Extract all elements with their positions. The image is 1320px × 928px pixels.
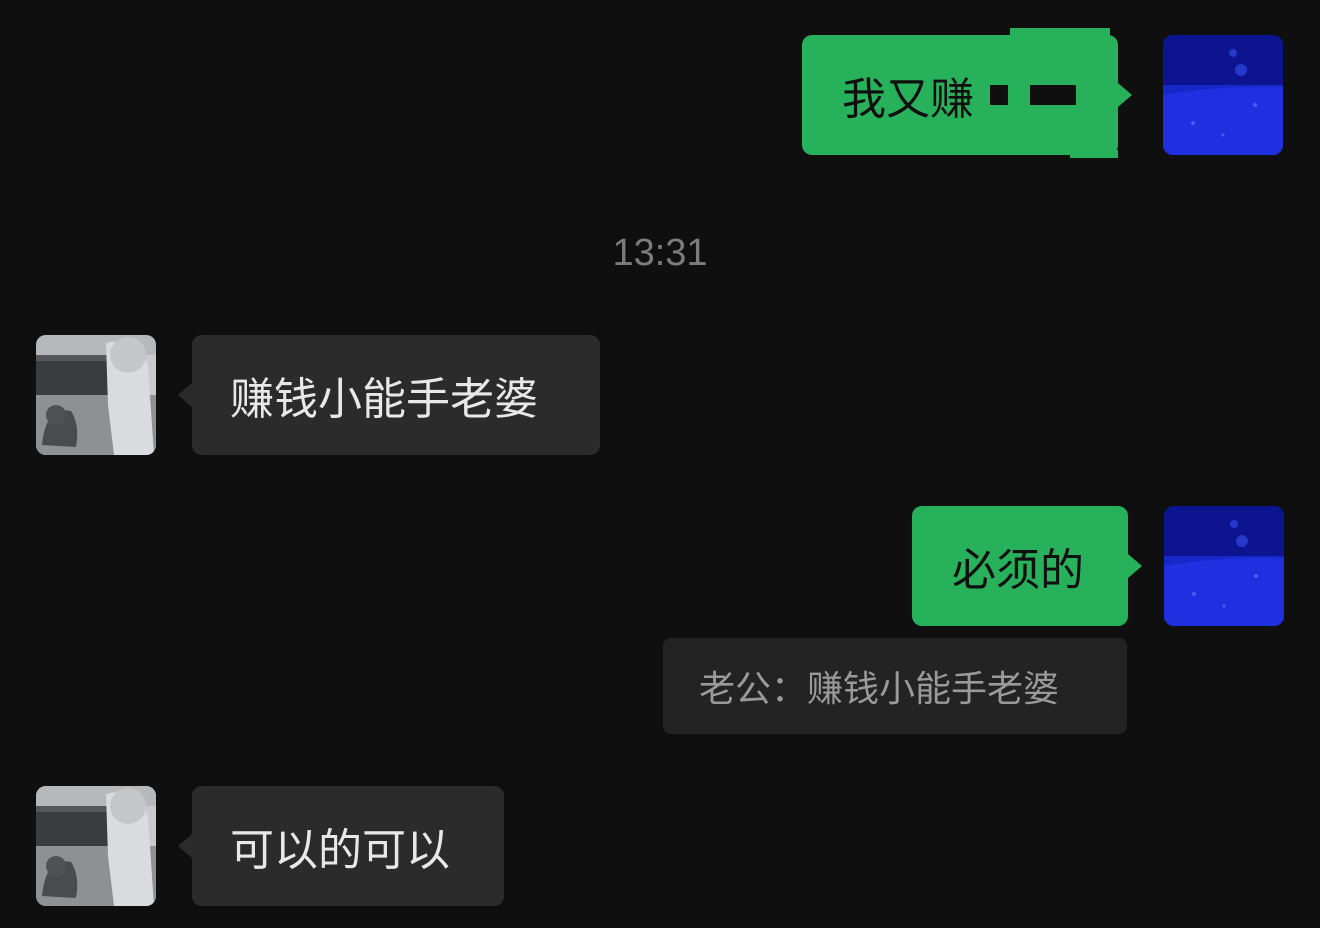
quoted-message[interactable]: 老公：赚钱小能手老婆 bbox=[663, 638, 1127, 734]
self-avatar[interactable] bbox=[1163, 35, 1283, 155]
redaction-mark bbox=[1070, 150, 1118, 158]
censored-mark bbox=[990, 85, 1008, 105]
message-text: 我又赚 bbox=[842, 74, 974, 125]
redaction-mark bbox=[1010, 28, 1110, 38]
censored-mark bbox=[1030, 85, 1076, 105]
self-avatar[interactable] bbox=[1164, 506, 1284, 626]
message-text: 可以的可以 bbox=[230, 825, 450, 876]
message-text: 赚钱小能手老婆 bbox=[230, 374, 538, 425]
message-bubble-outgoing[interactable]: 我又赚 bbox=[802, 35, 1132, 155]
message-bubble-incoming[interactable]: 赚钱小能手老婆 bbox=[178, 335, 600, 455]
quote-text: 老公：赚钱小能手老婆 bbox=[699, 669, 1060, 710]
message-bubble-incoming[interactable]: 可以的可以 bbox=[178, 786, 504, 906]
message-bubble-outgoing[interactable]: 必须的 bbox=[912, 506, 1142, 626]
message-text: 必须的 bbox=[952, 545, 1084, 596]
timestamp: 13:31 bbox=[612, 232, 708, 274]
contact-avatar[interactable] bbox=[36, 335, 156, 455]
chat-screen: 我又赚 13:31 赚钱小能手老婆 必须的 老公：赚钱小能手老婆 可以的可以 bbox=[0, 0, 1320, 928]
contact-avatar[interactable] bbox=[36, 786, 156, 906]
